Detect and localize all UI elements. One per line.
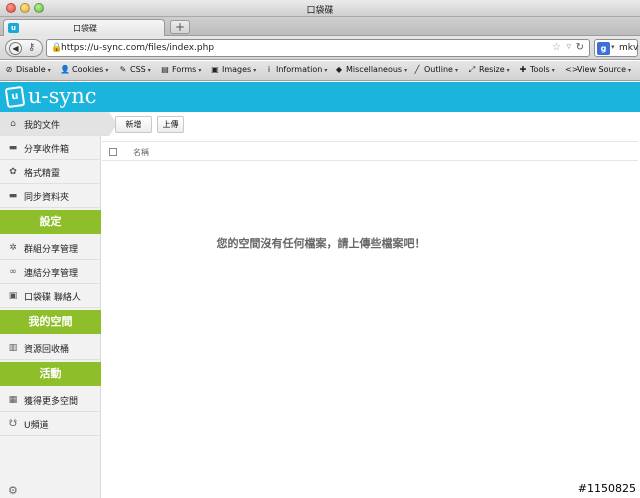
- devbar-label: CSS: [130, 65, 146, 74]
- url-text: https://u-sync.com/files/index.php: [61, 43, 215, 53]
- home-icon: ⌂: [10, 119, 16, 129]
- devbar-images[interactable]: ▣ Images ▾: [210, 65, 256, 74]
- link-icon: ∞: [9, 267, 17, 277]
- section-my-space: 我的空間: [0, 310, 101, 334]
- sidebar-item-share-inbox[interactable]: ▬ 分享收件箱: [0, 136, 101, 160]
- devbar-forms[interactable]: ▤ Forms ▾: [160, 65, 201, 74]
- watermark-text: #1150825: [577, 482, 636, 495]
- sidebar-item-format-fit[interactable]: ✿ 格式精靈: [0, 160, 101, 184]
- devbar-label: Forms: [172, 65, 197, 74]
- web-developer-toolbar: ⊘ Disable ▾ 👤 Cookies ▾ ✎ CSS ▾ ▤ Forms ▾ ▣ Image…: [0, 61, 640, 81]
- sidebar-item-my-files[interactable]: ⌂ 我的文件: [0, 112, 117, 136]
- gift-icon: ▦: [8, 395, 18, 405]
- devbar-label: Information: [276, 65, 323, 74]
- devbar-label: Disable: [16, 65, 46, 74]
- information-icon: i: [267, 65, 271, 74]
- tools-icon: ✚: [519, 65, 527, 74]
- sidebar-item-group-share[interactable]: ✲ 群組分享管理: [0, 236, 101, 260]
- sidebar-item-link-share[interactable]: ∞ 連結分享管理: [0, 260, 101, 284]
- new-button[interactable]: 新增: [115, 116, 152, 133]
- devbar-label: Tools: [530, 65, 550, 74]
- sidebar-item-label: 口袋碟 聯絡人: [24, 293, 81, 303]
- cookies-icon: 👤: [60, 65, 70, 74]
- folder-share-icon: ▬: [8, 143, 18, 153]
- devbar-view-source[interactable]: <>View Source ▾: [565, 65, 631, 74]
- devbar-label: Images: [222, 65, 252, 74]
- forms-icon: ▤: [161, 65, 169, 74]
- outline-icon: ╱: [414, 65, 420, 74]
- sidebar-item-u-channel[interactable]: ☋ U頻道: [0, 412, 101, 436]
- sidebar-item-label: U頻道: [24, 421, 49, 431]
- back-arrow-icon: ◀: [9, 42, 22, 55]
- devbar-tools[interactable]: ✚ Tools ▾: [518, 65, 555, 74]
- navigation-bar: ◀ ⚷ 🔒 https://u-sync.com/files/index.php…: [0, 36, 640, 60]
- devbar-outline[interactable]: ╱ Outline ▾: [412, 65, 458, 74]
- sync-folder-icon: ▬: [8, 191, 18, 201]
- section-settings: 設定: [0, 210, 101, 234]
- devbar-resize[interactable]: ⤢ Resize ▾: [467, 65, 510, 75]
- tab-strip: u 口袋碟 +: [0, 17, 640, 36]
- window-titlebar: 口袋碟: [0, 0, 640, 17]
- key-icon: ⚷: [28, 42, 36, 53]
- sidebar-item-more-space[interactable]: ▦ 獲得更多空間: [0, 388, 101, 412]
- section-activity: 活動: [0, 362, 101, 386]
- name-column-header[interactable]: 名稱: [133, 147, 149, 158]
- sidebar-item-label: 同步資料夾: [24, 193, 70, 203]
- disable-icon: ⊘: [5, 65, 13, 74]
- window-title: 口袋碟: [306, 6, 334, 16]
- url-dropdown-icon[interactable]: ▿: [566, 42, 571, 52]
- back-button[interactable]: ◀ ⚷: [5, 39, 43, 57]
- url-bar[interactable]: 🔒 https://u-sync.com/files/index.php ☆ ▿…: [46, 39, 590, 57]
- new-tab-button[interactable]: +: [170, 20, 190, 34]
- resize-icon: ⤢: [468, 65, 476, 74]
- devbar-label: Outline: [424, 65, 453, 74]
- sidebar-item-label: 連結分享管理: [24, 269, 79, 279]
- sidebar-item-label: 格式精靈: [24, 169, 61, 179]
- reload-icon[interactable]: ↻: [576, 42, 584, 53]
- sidebar-item-recycle-bin[interactable]: ▥ 資源回收桶: [0, 336, 101, 360]
- search-input[interactable]: mkv: [619, 43, 638, 53]
- devbar-information[interactable]: i Information ▾: [264, 65, 327, 74]
- tab-u-sync[interactable]: u 口袋碟: [3, 19, 165, 36]
- trash-icon: ▥: [8, 343, 18, 353]
- devbar-label: Miscellaneous: [346, 65, 403, 74]
- wizard-icon: ✿: [9, 167, 17, 177]
- google-icon[interactable]: g: [597, 42, 610, 55]
- settings-gear-icon[interactable]: ⚙: [8, 484, 18, 497]
- sidebar-item-label: 分享收件箱: [24, 145, 70, 155]
- empty-state-message: 您的空間沒有任何檔案，請上傳些檔案吧！: [216, 237, 426, 250]
- upload-button[interactable]: 上傳: [157, 116, 184, 133]
- sidebar-item-sync-folder[interactable]: ▬ 同步資料夾: [0, 184, 101, 208]
- search-engine-caret-icon[interactable]: ▾: [611, 43, 615, 51]
- select-all-checkbox[interactable]: [109, 148, 117, 156]
- app-header: u u-sync: [0, 82, 640, 112]
- sidebar-item-label: 我的文件: [24, 121, 61, 131]
- search-box[interactable]: g ▾ mkv: [594, 39, 638, 57]
- sidebar: ⌂ 我的文件 ▬ 分享收件箱 ✿ 格式精靈 ▬ 同步資料夾 設定 ✲ 群組分享管…: [0, 112, 117, 498]
- devbar-label: View Source: [577, 65, 627, 74]
- u-sync-logo-text[interactable]: u-sync: [28, 84, 97, 108]
- contact-card-icon: ▣: [8, 291, 18, 301]
- miscellaneous-icon: ◆: [335, 65, 343, 74]
- devbar-label: Cookies: [72, 65, 104, 74]
- sidebar-item-label: 群組分享管理: [24, 245, 79, 255]
- bookmark-star-icon[interactable]: ☆: [552, 42, 561, 53]
- view-source-icon: <>: [565, 65, 579, 74]
- sidebar-item-label: 獲得更多空間: [24, 397, 79, 407]
- images-icon: ▣: [211, 65, 219, 74]
- devbar-label: Resize: [479, 65, 505, 74]
- devbar-miscellaneous[interactable]: ◆ Miscellaneous ▾: [334, 65, 407, 74]
- tab-title: 口袋碟: [73, 24, 97, 33]
- u-sync-logo-icon[interactable]: u: [4, 85, 26, 109]
- sidebar-item-label: 資源回收桶: [24, 345, 70, 355]
- sidebar-item-contacts[interactable]: ▣ 口袋碟 聯絡人: [0, 284, 101, 308]
- u-channel-icon: ☋: [9, 419, 17, 429]
- group-gear-icon: ✲: [9, 243, 17, 253]
- devbar-css[interactable]: ✎ CSS ▾: [118, 65, 151, 74]
- devbar-cookies[interactable]: 👤 Cookies ▾: [60, 65, 108, 74]
- css-icon: ✎: [119, 65, 127, 74]
- file-list-header: 名稱: [102, 141, 638, 161]
- devbar-disable[interactable]: ⊘ Disable ▾: [4, 65, 51, 74]
